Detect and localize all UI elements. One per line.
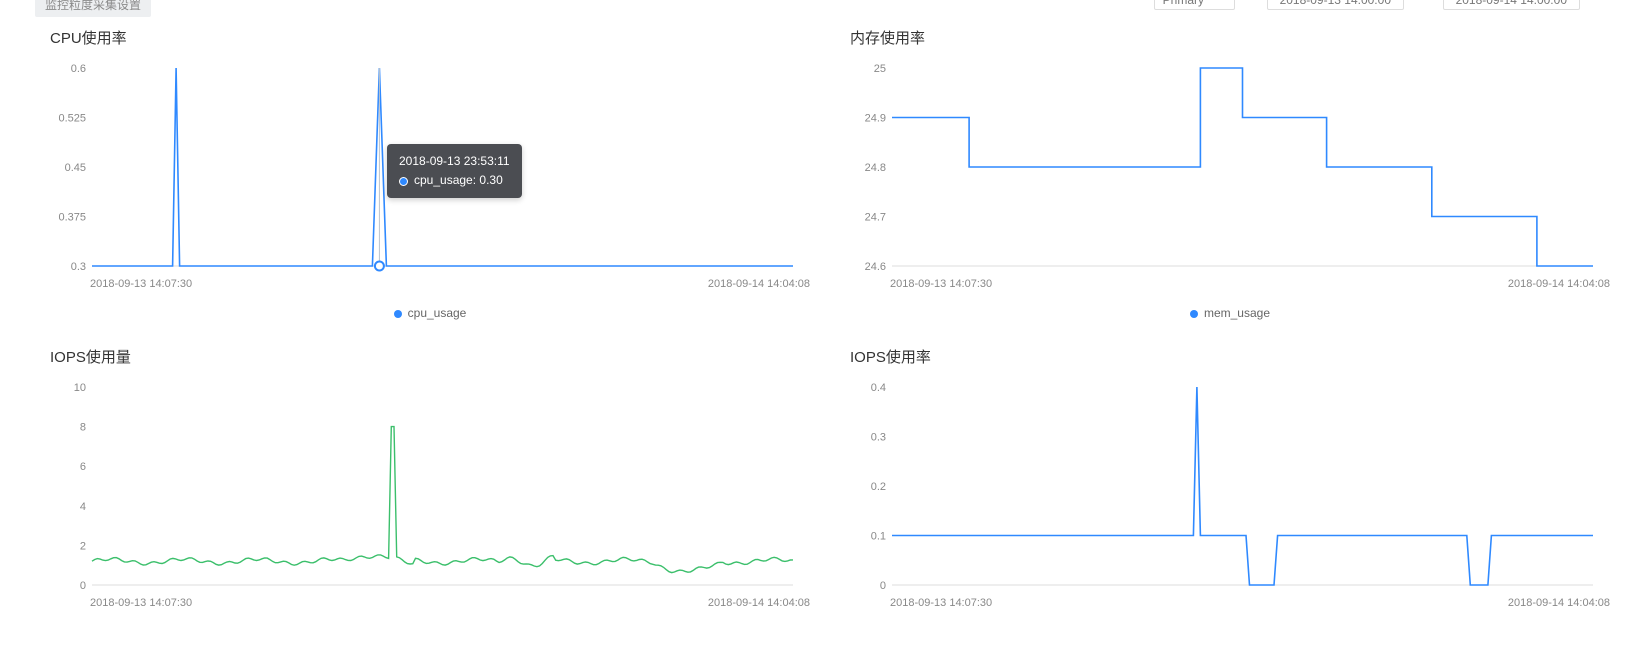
svg-text:0.525: 0.525 [58,113,86,125]
x-start: 2018-09-13 14:07:30 [90,597,192,609]
x-end: 2018-09-14 14:04:08 [708,597,810,609]
x-start: 2018-09-13 14:07:30 [890,597,992,609]
svg-text:24.6: 24.6 [865,261,886,272]
x-end: 2018-09-14 14:04:08 [1508,278,1610,290]
chart-tooltip: 2018-09-13 23:53:11 cpu_usage: 0.30 [387,144,522,198]
svg-text:24.9: 24.9 [865,113,886,125]
svg-text:8: 8 [80,422,86,434]
chart-title: CPU使用率 [50,27,810,48]
svg-text:0.375: 0.375 [58,212,86,224]
svg-text:24.8: 24.8 [865,162,886,174]
chart-mem-usage: 内存使用率 24.6 24.7 24.8 24.9 25 2018-09-13 14:0… [850,21,1610,320]
chart-iops-amount: IOPS使用量 0 2 4 6 8 10 2018-09-13 14:07:30 2018-… [50,340,810,609]
end-time-input[interactable]: 2018-09-14 14:00:00 [1443,0,1580,10]
legend[interactable]: mem_usage [850,306,1610,320]
svg-text:10: 10 [74,382,86,394]
x-start: 2018-09-13 14:07:30 [890,278,992,290]
chart-cpu-usage: CPU使用率 0.3 0.375 0.45 0.525 0.6 2018-09-13 2… [50,21,810,320]
legend-dot-icon [394,310,402,318]
svg-text:0: 0 [880,580,886,591]
svg-text:0.45: 0.45 [65,162,86,174]
svg-text:0.4: 0.4 [871,382,886,394]
svg-text:4: 4 [80,501,86,513]
x-start: 2018-09-13 14:07:30 [90,278,192,290]
tooltip-dot-icon [399,177,408,186]
monitor-granularity-button[interactable]: 监控粒度采集设置 [35,0,151,17]
legend[interactable]: cpu_usage [50,306,810,320]
start-time-input[interactable]: 2018-09-13 14:00:00 [1267,0,1404,10]
svg-text:0.6: 0.6 [71,63,86,75]
svg-text:2: 2 [80,540,86,552]
x-end: 2018-09-14 14:04:08 [1508,597,1610,609]
svg-text:24.7: 24.7 [865,212,886,224]
chart-title: IOPS使用量 [50,346,810,367]
svg-text:0.3: 0.3 [871,432,886,444]
chart-title: 内存使用率 [850,27,1610,48]
chart-canvas[interactable]: 0 0.1 0.2 0.3 0.4 [850,381,1595,591]
svg-text:0: 0 [80,580,86,591]
legend-dot-icon [1190,310,1198,318]
svg-text:0.2: 0.2 [871,481,886,493]
chart-iops-rate: IOPS使用率 0 0.1 0.2 0.3 0.4 2018-09-13 14:07:3… [850,340,1610,609]
x-end: 2018-09-14 14:04:08 [708,278,810,290]
svg-text:25: 25 [874,63,886,75]
svg-text:0.1: 0.1 [871,531,886,543]
chart-title: IOPS使用率 [850,346,1610,367]
svg-text:6: 6 [80,461,86,473]
chart-canvas[interactable]: 24.6 24.7 24.8 24.9 25 [850,62,1595,272]
chart-canvas[interactable]: 0 2 4 6 8 10 [50,381,795,591]
node-select[interactable]: Primary [1154,0,1235,10]
svg-text:0.3: 0.3 [71,261,86,272]
